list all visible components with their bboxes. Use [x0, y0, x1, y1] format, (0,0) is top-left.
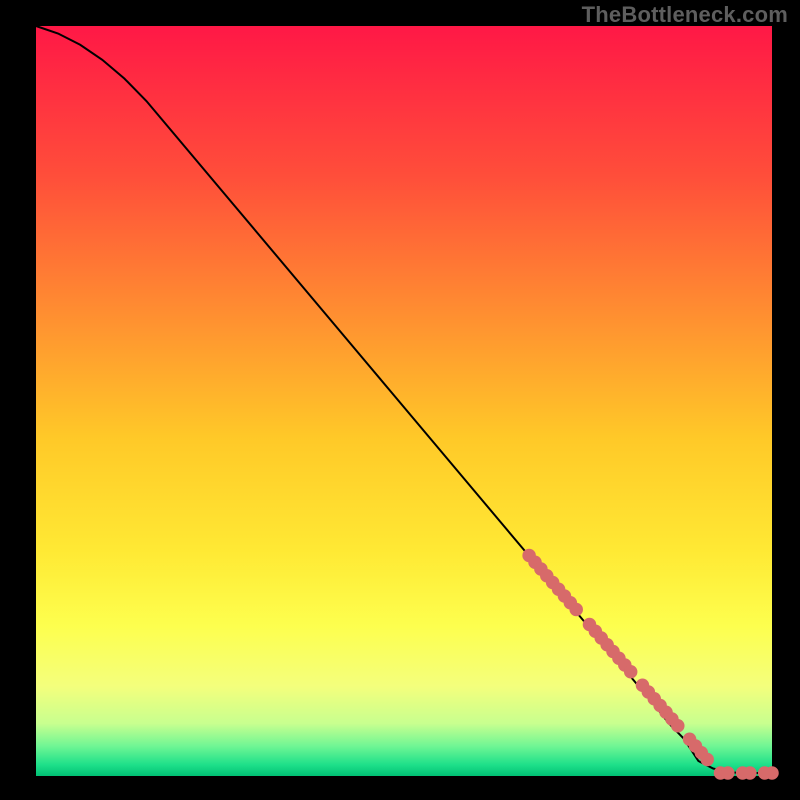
bottleneck-chart	[0, 0, 800, 800]
curve-marker	[743, 766, 757, 780]
curve-marker	[765, 766, 779, 780]
curve-marker	[721, 766, 735, 780]
curve-marker	[700, 753, 714, 767]
site-watermark: TheBottleneck.com	[582, 2, 788, 28]
chart-frame: TheBottleneck.com	[0, 0, 800, 800]
curve-marker	[671, 719, 685, 733]
curve-marker	[624, 665, 638, 679]
plot-background	[36, 26, 772, 776]
curve-marker	[569, 603, 583, 617]
